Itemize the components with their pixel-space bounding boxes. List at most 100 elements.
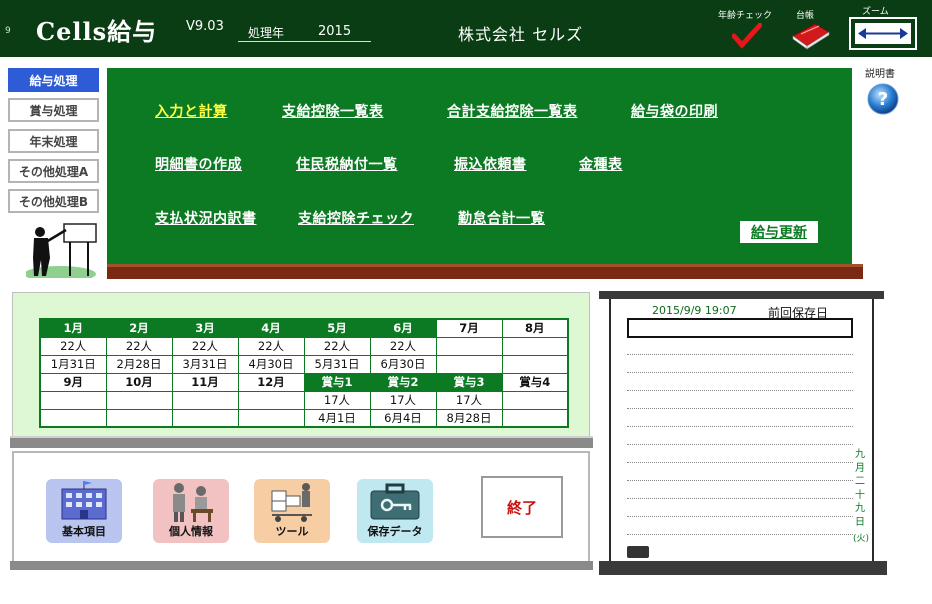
headcount-cell: 17人 xyxy=(303,390,371,410)
month-cell-mar[interactable]: 3月 xyxy=(171,318,239,338)
link-payment-deduction-list[interactable]: 支給控除一覧表 xyxy=(282,101,384,121)
note-panel-bottom-bar xyxy=(599,561,887,575)
save-data-label: 保存データ xyxy=(367,525,423,538)
year-underline xyxy=(238,41,371,42)
bonus-cell-2[interactable]: 賞与2 xyxy=(369,372,437,392)
headcount-cell xyxy=(105,390,173,410)
bonus-cell-1[interactable]: 賞与1 xyxy=(303,372,371,392)
basic-items-button[interactable]: 基本項目 xyxy=(46,479,122,543)
month-cell-dec[interactable]: 12月 xyxy=(237,372,305,392)
link-resident-tax-list[interactable]: 住民税納付一覧 xyxy=(296,154,398,174)
sidebar-item-year-end[interactable]: 年末処理 xyxy=(8,129,99,153)
date-cell: 3月31日 xyxy=(171,354,239,374)
sidebar-item-bonus[interactable]: 賞与処理 xyxy=(8,98,99,122)
sidebar-item-other-b[interactable]: その他処理B xyxy=(8,189,99,213)
headcount-row-1: 22人 22人 22人 22人 22人 22人 xyxy=(39,336,569,356)
zoom-button[interactable] xyxy=(849,17,917,50)
personal-info-button[interactable]: 個人情報 xyxy=(153,479,229,543)
month-cell-oct[interactable]: 10月 xyxy=(105,372,173,392)
bonus-cell-4[interactable]: 賞与4 xyxy=(501,372,569,392)
memo-line xyxy=(627,408,853,409)
processing-year-value[interactable]: 2015 xyxy=(318,24,351,39)
month-cell-jun[interactable]: 6月 xyxy=(369,318,437,338)
last-saved-datetime: 2015/9/9 19:07 xyxy=(652,304,737,317)
memo-line xyxy=(627,444,853,445)
memo-line xyxy=(627,516,853,517)
ledger-book-icon[interactable] xyxy=(789,20,833,50)
board-rim-highlight xyxy=(107,264,863,267)
date-cell xyxy=(39,408,107,428)
headcount-cell: 22人 xyxy=(237,336,305,356)
headcount-cell xyxy=(39,390,107,410)
link-payment-status-breakdown[interactable]: 支払状況内訳書 xyxy=(155,208,257,228)
link-transfer-request[interactable]: 振込依頼書 xyxy=(454,154,527,174)
header-bar: 9 Cells給与 V9.03 処理年 2015 株式会社 セルズ 年齢チェック… xyxy=(0,0,932,57)
link-pay-envelope-print[interactable]: 給与袋の印刷 xyxy=(631,101,718,121)
date-cell xyxy=(501,408,569,428)
basic-items-label: 基本項目 xyxy=(62,525,106,538)
date-row-1: 1月31日 2月28日 3月31日 4月30日 5月31日 6月30日 xyxy=(39,354,569,374)
note-panel xyxy=(609,299,874,561)
board-edge xyxy=(852,68,863,264)
tools-button[interactable]: ツール xyxy=(254,479,330,543)
month-cell-jul[interactable]: 7月 xyxy=(435,318,503,338)
date-cell: 4月1日 xyxy=(303,408,371,428)
month-cell-may[interactable]: 5月 xyxy=(303,318,371,338)
memo-line xyxy=(627,372,853,373)
month-header-row-1: 1月 2月 3月 4月 5月 6月 7月 8月 xyxy=(39,318,569,338)
age-check-label: 年齢チェック xyxy=(718,11,773,21)
month-grid: 1月 2月 3月 4月 5月 6月 7月 8月 22人 22人 22人 22人 … xyxy=(39,318,569,428)
headcount-cell xyxy=(501,390,569,410)
tools-label: ツール xyxy=(275,525,309,538)
vertical-date-char: (火) xyxy=(853,534,870,544)
presenter-figure-icon xyxy=(26,223,97,278)
month-header-row-2: 9月 10月 11月 12月 賞与1 賞与2 賞与3 賞与4 xyxy=(39,372,569,392)
exit-button[interactable]: 終了 xyxy=(481,476,563,538)
date-cell xyxy=(105,408,173,428)
headcount-cell: 22人 xyxy=(369,336,437,356)
vertical-date: 九 月 二 十 九 日 (火) xyxy=(853,448,870,547)
bonus-cell-3[interactable]: 賞与3 xyxy=(435,372,503,392)
save-data-button[interactable]: 保存データ xyxy=(357,479,433,543)
salary-update-button[interactable]: 給与更新 xyxy=(740,221,818,243)
month-cell-sep[interactable]: 9月 xyxy=(39,372,107,392)
date-cell: 4月30日 xyxy=(237,354,305,374)
month-cell-apr[interactable]: 4月 xyxy=(237,318,305,338)
header-small-text: 9 xyxy=(5,26,11,36)
vertical-date-char: 九 xyxy=(855,449,865,460)
link-input-calc[interactable]: 入力と計算 xyxy=(155,101,228,121)
link-attendance-total-list[interactable]: 勤怠合計一覧 xyxy=(458,208,545,228)
sidebar-item-salary[interactable]: 給与処理 xyxy=(8,68,99,92)
help-question-icon[interactable]: ? xyxy=(866,82,900,116)
date-cell: 6月4日 xyxy=(369,408,437,428)
building-icon xyxy=(61,481,107,520)
headcount-cell: 22人 xyxy=(105,336,173,356)
headcount-cell: 22人 xyxy=(303,336,371,356)
memo-line xyxy=(627,354,853,355)
headcount-cell xyxy=(501,336,569,356)
vertical-date-char: 九 xyxy=(855,503,865,514)
month-cell-feb[interactable]: 2月 xyxy=(105,318,173,338)
memo-input[interactable] xyxy=(627,318,853,338)
month-cell-jan[interactable]: 1月 xyxy=(39,318,107,338)
sidebar-item-other-a[interactable]: その他処理A xyxy=(8,159,99,183)
date-cell: 8月28日 xyxy=(435,408,503,428)
date-row-2: 4月1日 6月4日 8月28日 xyxy=(39,408,569,428)
manual-label: 説明書 xyxy=(865,69,895,80)
headcount-cell xyxy=(237,390,305,410)
headcount-cell: 22人 xyxy=(39,336,107,356)
link-total-payment-deduction-list[interactable]: 合計支給控除一覧表 xyxy=(447,101,578,121)
link-create-statement[interactable]: 明細書の作成 xyxy=(155,154,242,174)
date-cell: 1月31日 xyxy=(39,354,107,374)
link-denomination-table[interactable]: 金種表 xyxy=(579,154,623,174)
headcount-cell: 17人 xyxy=(369,390,437,410)
svg-text:?: ? xyxy=(878,89,888,110)
date-cell xyxy=(237,408,305,428)
month-cell-nov[interactable]: 11月 xyxy=(171,372,239,392)
checkmark-icon[interactable] xyxy=(732,23,762,49)
link-payment-deduction-check[interactable]: 支給控除チェック xyxy=(298,208,414,228)
date-cell xyxy=(171,408,239,428)
month-cell-aug[interactable]: 8月 xyxy=(501,318,569,338)
headcount-row-2: 17人 17人 17人 xyxy=(39,390,569,410)
memo-scroll-handle[interactable] xyxy=(627,546,649,558)
